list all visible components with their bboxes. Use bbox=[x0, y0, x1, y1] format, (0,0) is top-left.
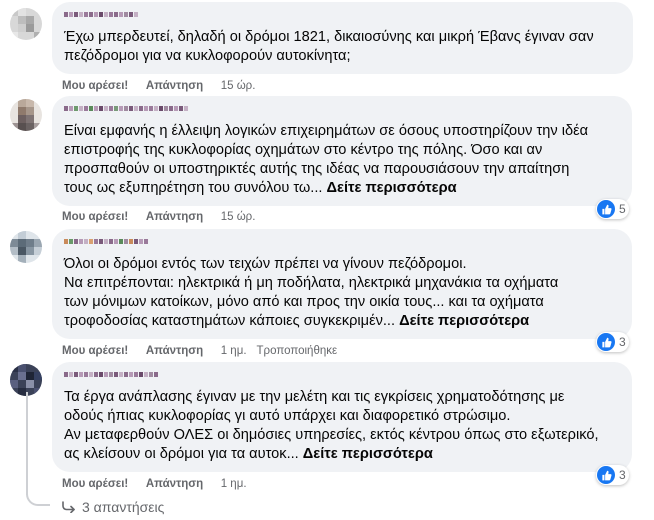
reply-button[interactable]: Απάντηση bbox=[146, 478, 203, 490]
like-button[interactable]: Μου αρέσει! bbox=[62, 80, 128, 92]
separator bbox=[132, 478, 142, 490]
reaction-summary[interactable]: 5 bbox=[596, 199, 629, 219]
edited-label[interactable]: Τροποποιήθηκε bbox=[257, 345, 338, 357]
like-icon bbox=[597, 333, 615, 351]
timestamp[interactable]: 1 ημ. bbox=[221, 345, 247, 357]
comments-feed: Έχω μπερδευτεί, δηλαδή οι δρόμοι 1821, δ… bbox=[0, 0, 654, 520]
like-icon bbox=[597, 200, 615, 218]
like-button[interactable]: Μου αρέσει! bbox=[62, 478, 128, 490]
avatar-image bbox=[10, 231, 42, 263]
replies-count-label[interactable]: 3 απαντήσεις bbox=[82, 499, 164, 515]
see-more-link[interactable]: Δείτε περισσότερα bbox=[399, 313, 529, 329]
author-name-blurred[interactable] bbox=[64, 239, 620, 249]
see-more-link[interactable]: Δείτε περισσότερα bbox=[327, 180, 457, 196]
author-name-blurred[interactable] bbox=[64, 372, 620, 382]
comment-bubble: Είναι εμφανής η έλλειψη λογικών επιχειρη… bbox=[52, 96, 632, 206]
separator bbox=[132, 211, 142, 223]
separator bbox=[207, 478, 217, 490]
comment-actions: Μου αρέσει! Απάντηση 1 ημ. bbox=[62, 478, 247, 490]
avatar[interactable] bbox=[10, 8, 42, 40]
like-button[interactable]: Μου αρέσει! bbox=[62, 211, 128, 223]
reply-button[interactable]: Απάντηση bbox=[146, 345, 203, 357]
timestamp[interactable]: 15 ώρ. bbox=[221, 211, 256, 223]
comment-bubble: Έχω μπερδευτεί, δηλαδή οι δρόμοι 1821, δ… bbox=[52, 2, 633, 74]
comment-text: Είναι εμφανής η έλλειψη λογικών επιχειρη… bbox=[64, 122, 620, 198]
thread-connector-curve bbox=[26, 480, 50, 506]
author-name-blurred[interactable] bbox=[64, 106, 620, 116]
comment-bubble: Τα έργα ανάπλασης έγιναν με την μελέτη κ… bbox=[52, 362, 632, 472]
avatar-image bbox=[10, 99, 42, 131]
view-replies-link[interactable]: 3 απαντήσεις bbox=[62, 499, 164, 515]
separator bbox=[207, 345, 217, 357]
comment-bubble: Όλοι οι δρόμοι εντός των τειχών πρέπει ν… bbox=[52, 229, 632, 339]
timestamp[interactable]: 15 ώρ. bbox=[221, 80, 256, 92]
reaction-summary[interactable]: 3 bbox=[596, 332, 629, 352]
like-icon bbox=[597, 466, 615, 484]
reply-button[interactable]: Απάντηση bbox=[146, 80, 203, 92]
separator bbox=[132, 80, 142, 92]
timestamp[interactable]: 1 ημ. bbox=[221, 478, 247, 490]
author-name-blurred[interactable] bbox=[64, 12, 621, 22]
reply-arrow-icon bbox=[62, 501, 75, 513]
avatar-image bbox=[10, 8, 42, 40]
separator bbox=[132, 345, 142, 357]
see-more-link[interactable]: Δείτε περισσότερα bbox=[303, 446, 433, 462]
separator bbox=[207, 211, 217, 223]
separator bbox=[207, 80, 217, 92]
comment-actions: Μου αρέσει! Απάντηση 15 ώρ. bbox=[62, 80, 255, 92]
reaction-count: 3 bbox=[619, 468, 626, 482]
reaction-summary[interactable]: 3 bbox=[596, 465, 629, 485]
comment-text: Τα έργα ανάπλασης έγιναν με την μελέτη κ… bbox=[64, 388, 620, 464]
like-button[interactable]: Μου αρέσει! bbox=[62, 345, 128, 357]
reply-button[interactable]: Απάντηση bbox=[146, 211, 203, 223]
comment-text: Όλοι οι δρόμοι εντός των τειχών πρέπει ν… bbox=[64, 255, 620, 331]
avatar[interactable] bbox=[10, 231, 42, 263]
comment-actions: Μου αρέσει! Απάντηση 1 ημ. Τροποποιήθηκε bbox=[62, 345, 337, 357]
comment-text: Έχω μπερδευτεί, δηλαδή οι δρόμοι 1821, δ… bbox=[64, 29, 594, 64]
reaction-count: 5 bbox=[619, 202, 626, 216]
comment-actions: Μου αρέσει! Απάντηση 15 ώρ. bbox=[62, 211, 255, 223]
avatar[interactable] bbox=[10, 99, 42, 131]
reaction-count: 3 bbox=[619, 335, 626, 349]
